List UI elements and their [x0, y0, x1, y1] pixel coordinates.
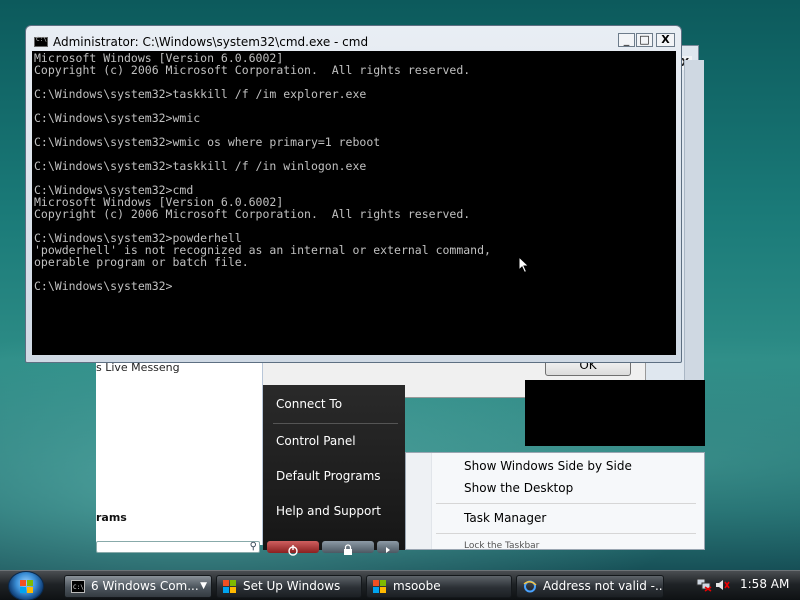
console-line: C:\Windows\system32>taskkill /f /im expl…	[34, 87, 367, 101]
windows-logo-icon	[20, 580, 33, 593]
context-menu-icon-strip	[406, 453, 432, 549]
group-arrow-icon: ▼	[200, 581, 207, 591]
volume-muted-icon[interactable]	[714, 578, 730, 592]
menu-item-task-manager[interactable]: Task Manager	[464, 511, 546, 525]
taskbar-button-cmd-group[interactable]: C:\ 6 Windows Com... ▼	[64, 575, 212, 598]
taskbar-button-setup[interactable]: Set Up Windows	[216, 575, 362, 598]
power-options-button[interactable]	[377, 541, 399, 553]
taskbar-button-msoobe[interactable]: msoobe	[366, 575, 512, 598]
start-item-control-panel[interactable]: Control Panel	[276, 434, 356, 448]
cmd-window[interactable]: C:\ Administrator: C:\Windows\system32\c…	[25, 25, 682, 363]
console-lines: Microsoft Windows [Version 6.0.6002] Copy…	[34, 52, 654, 292]
minimize-button[interactable]: _	[618, 33, 635, 47]
internet-explorer-icon	[523, 580, 537, 593]
taskbar-button-label: msoobe	[393, 579, 441, 593]
chevron-right-icon	[386, 547, 390, 553]
menu-item-lock-taskbar[interactable]: Lock the Taskbar	[464, 541, 539, 551]
cmd-icon: C:\	[71, 580, 85, 593]
menu-item-side-by-side[interactable]: Show Windows Side by Side	[464, 459, 632, 473]
background-console-area	[525, 380, 705, 446]
power-button-bar	[267, 541, 402, 556]
start-item-connect-to[interactable]: Connect To	[276, 397, 342, 411]
start-menu-programs-pane: s Live Messeng rams	[96, 355, 263, 545]
console-line: C:\Windows\system32>	[34, 279, 173, 293]
menu-item-show-desktop[interactable]: Show the Desktop	[464, 481, 573, 495]
start-search-input[interactable]: ⚲	[96, 541, 260, 553]
window-title: Administrator: C:\Windows\system32\cmd.e…	[53, 35, 369, 49]
search-icon: ⚲	[249, 541, 257, 552]
console-line: Copyright (c) 2006 Microsoft Corporation…	[34, 207, 471, 221]
taskbar-button-label: 6 Windows Com...	[91, 579, 199, 593]
clock[interactable]: 1:58 AM	[740, 577, 789, 591]
taskbar-context-menu: Show Windows Side by Side Show the Deskt…	[405, 452, 705, 551]
start-button[interactable]	[8, 571, 44, 600]
lock-icon	[344, 544, 352, 555]
taskbar-button-label: Address not valid -...	[543, 579, 664, 593]
windows-flag-icon	[373, 580, 386, 593]
all-programs-item[interactable]: rams	[96, 511, 127, 524]
taskbar-button-label: Set Up Windows	[243, 579, 341, 593]
mouse-cursor-icon	[518, 256, 530, 274]
start-menu-divider	[273, 423, 398, 424]
system-tray: 1:58 AM	[690, 575, 800, 597]
cmd-app-icon[interactable]: C:\	[34, 36, 48, 47]
console-line: C:\Windows\system32>taskkill /f /in winl…	[34, 159, 367, 173]
console-scrollbar[interactable]	[668, 51, 676, 355]
console-line: C:\Windows\system32>wmic	[34, 111, 201, 125]
background-window-edge	[684, 60, 704, 385]
start-item-help-support[interactable]: Help and Support	[276, 504, 381, 518]
context-menu-divider	[436, 533, 696, 534]
console-line: Copyright (c) 2006 Microsoft Corporation…	[34, 63, 471, 77]
start-item-default-programs[interactable]: Default Programs	[276, 469, 381, 483]
power-icon	[288, 545, 298, 556]
context-menu-divider	[436, 503, 696, 504]
console-output[interactable]: Microsoft Windows [Version 6.0.6002] Copy…	[32, 51, 676, 355]
svg-text:C:\: C:\	[73, 584, 84, 591]
cmd-icon-text: C:\	[36, 36, 47, 43]
start-menu-right-pane: Connect To Control Panel Default Program…	[263, 385, 405, 556]
power-button[interactable]	[267, 541, 319, 556]
console-line: C:\Windows\system32>wmic os where primar…	[34, 135, 381, 149]
windows-setup-icon	[223, 580, 236, 593]
network-icon[interactable]	[696, 578, 712, 592]
console-line: operable program or batch file.	[34, 255, 249, 269]
lock-button[interactable]	[322, 541, 374, 555]
taskbar: C:\ 6 Windows Com... ▼ Set Up Windows ms…	[0, 570, 800, 600]
maximize-button[interactable]: □	[636, 33, 653, 47]
taskbar-button-ie[interactable]: Address not valid -...	[516, 575, 664, 598]
close-button[interactable]: X	[656, 33, 675, 47]
